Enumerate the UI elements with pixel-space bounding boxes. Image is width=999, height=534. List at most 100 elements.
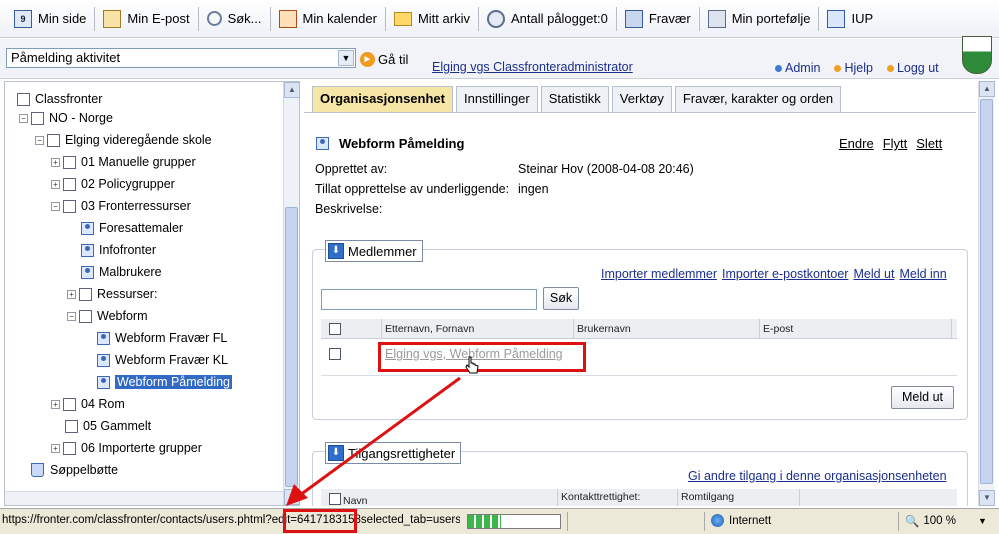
tree-node-webform-pamelding[interactable]: Webform Påmelding (97, 372, 233, 392)
tree-node-malbrukere[interactable]: Malbrukere (81, 262, 162, 282)
toolbar-fravaer[interactable]: Fravær (617, 4, 699, 34)
column-header-room-access[interactable]: Romtilgang (681, 491, 734, 503)
tree-node-webform-fravaer-fl[interactable]: Webform Fravær FL (97, 328, 227, 348)
hand-cursor-icon (465, 356, 479, 374)
node-checkbox[interactable] (65, 419, 78, 433)
expand-icon[interactable]: + (51, 157, 60, 167)
activity-select[interactable]: Påmelding aktivitet ▼ (6, 48, 356, 68)
tree-node-ressurser[interactable]: + Ressurser: (67, 284, 157, 304)
node-checkbox[interactable] (17, 92, 30, 106)
tree-node-04[interactable]: + 04 Rom (51, 394, 125, 414)
logout-link[interactable]: Logg ut (886, 61, 939, 75)
tree-node-02[interactable]: + 02 Policygrupper (51, 174, 175, 194)
members-search-input[interactable] (321, 289, 537, 310)
scroll-up-icon[interactable]: ▲ (979, 81, 995, 97)
edit-link[interactable]: Endre (839, 136, 874, 151)
collapse-icon[interactable]: − (19, 113, 28, 123)
expand-icon[interactable]: + (67, 289, 76, 299)
tree-node-webform[interactable]: − Webform (67, 306, 147, 326)
scroll-down-icon[interactable]: ▼ (979, 490, 995, 506)
toolbar-min-portefolje[interactable]: Min portefølje (700, 4, 819, 34)
node-checkbox[interactable] (79, 287, 92, 301)
toolbar-min-kalender[interactable]: Min kalender (271, 4, 385, 34)
leave-button[interactable]: Meld ut (891, 386, 954, 409)
scroll-down-icon[interactable]: ▼ (284, 489, 300, 505)
tab-statistikk[interactable]: Statistikk (540, 86, 609, 112)
tree-vertical-scrollbar[interactable]: ▲ ▼ (283, 82, 300, 505)
tab-fravaer-karakter-orden[interactable]: Fravær, karakter og orden (674, 86, 842, 112)
select-all-checkbox[interactable] (329, 323, 341, 335)
tree-node-infofronter[interactable]: Infofronter (81, 240, 156, 260)
import-members-link[interactable]: Importer medlemmer (601, 267, 717, 281)
navigation-bar: Påmelding aktivitet ▼ ► Gå til Elging vg… (0, 39, 999, 79)
chevron-down-icon[interactable]: ▼ (978, 516, 987, 526)
status-bar: https://fronter.com/classfronter/contact… (0, 508, 999, 534)
scroll-thumb[interactable] (980, 99, 993, 484)
toolbar-iup[interactable]: IUP (819, 4, 881, 34)
node-checkbox[interactable] (79, 309, 92, 323)
scroll-thumb[interactable] (285, 207, 298, 487)
school-admin-link[interactable]: Elging vgs Classfronteradministrator (432, 60, 633, 74)
chevron-down-icon[interactable]: ▼ (338, 50, 354, 66)
tree-node-06[interactable]: + 06 Importerte grupper (51, 438, 202, 458)
tree-node-foresattemaler[interactable]: Foresattemaler (81, 218, 183, 238)
node-checkbox[interactable] (63, 177, 76, 191)
expand-icon[interactable]: + (51, 179, 60, 189)
tree-horizontal-scrollbar[interactable] (5, 491, 283, 505)
page-title: Webform Påmelding (316, 136, 464, 151)
grant-access-link[interactable]: Gi andre tilgang i denne organisasjonsen… (688, 469, 947, 483)
column-header-username[interactable]: Brukernavn (577, 323, 631, 335)
scroll-up-icon[interactable]: ▲ (284, 82, 300, 98)
expand-icon[interactable]: + (51, 443, 60, 453)
join-link[interactable]: Meld inn (899, 267, 946, 281)
node-checkbox[interactable] (63, 155, 76, 169)
toolbar-mitt-arkiv[interactable]: Mitt arkiv (386, 4, 478, 34)
leave-link[interactable]: Meld ut (853, 267, 894, 281)
collapse-icon[interactable]: − (51, 201, 60, 211)
row-checkbox[interactable] (329, 348, 341, 360)
toolbar-sok[interactable]: Søk... (199, 4, 270, 34)
help-link[interactable]: Hjelp (834, 61, 873, 75)
node-checkbox[interactable] (63, 199, 76, 213)
content-vertical-scrollbar[interactable]: ▲ ▼ (978, 81, 995, 506)
tab-organisasjonsenhet[interactable]: Organisasjonsenhet (312, 86, 453, 112)
select-all-checkbox[interactable] (329, 493, 341, 505)
tree-node-elging[interactable]: − Elging videregående skole (35, 130, 212, 150)
tab-verktoy[interactable]: Verktøy (611, 86, 672, 112)
tree-node-05[interactable]: 05 Gammelt (65, 416, 151, 436)
tree-node-label: Søppelbøtte (50, 463, 119, 477)
node-checkbox[interactable] (63, 441, 76, 455)
goto-button[interactable]: ► Gå til (360, 52, 408, 67)
node-checkbox[interactable] (63, 397, 76, 411)
column-divider (381, 319, 382, 339)
import-email-link[interactable]: Importer e-postkontoer (722, 267, 848, 281)
security-zone[interactable]: Internett (711, 514, 771, 527)
tree-node-classfronter[interactable]: Classfronter (17, 89, 102, 109)
page-title-text: Webform Påmelding (339, 136, 465, 151)
tree-node-webform-fravaer-kl[interactable]: Webform Fravær KL (97, 350, 228, 370)
column-header-navn[interactable]: Navn (343, 495, 368, 506)
access-legend: ⬇ Tilgangsrettigheter (325, 442, 462, 464)
collapse-icon[interactable]: − (35, 135, 44, 145)
column-header-name[interactable]: Etternavn, Fornavn (385, 323, 474, 335)
tree-node-no-norge[interactable]: − NO - Norge (19, 108, 113, 128)
tree-node-label: 01 Manuelle grupper (81, 155, 196, 169)
toolbar-min-epost[interactable]: Min E-post (95, 4, 197, 34)
tree-node-soppelbotte[interactable]: Søppelbøtte (31, 460, 118, 480)
node-checkbox[interactable] (31, 111, 44, 125)
toolbar-antall-palogget[interactable]: Antall pålogget:0 (479, 4, 616, 34)
zoom-control[interactable]: 🔍 100 % ▼ (905, 514, 987, 528)
tab-innstillinger[interactable]: Innstillinger (455, 86, 538, 112)
column-header-contact-right[interactable]: Kontakttrettighet: (561, 491, 640, 503)
search-button[interactable]: Søk (543, 287, 579, 310)
column-header-email[interactable]: E-post (763, 323, 793, 335)
tree-node-03[interactable]: − 03 Fronterressurser (51, 196, 191, 216)
delete-link[interactable]: Slett (916, 136, 942, 151)
tree-node-01[interactable]: + 01 Manuelle grupper (51, 152, 196, 172)
expand-icon[interactable]: + (51, 399, 60, 409)
node-checkbox[interactable] (47, 133, 60, 147)
admin-link[interactable]: Admin (775, 61, 820, 75)
collapse-icon[interactable]: − (67, 311, 76, 321)
move-link[interactable]: Flytt (883, 136, 908, 151)
toolbar-min-side[interactable]: 9 Min side (6, 4, 94, 34)
